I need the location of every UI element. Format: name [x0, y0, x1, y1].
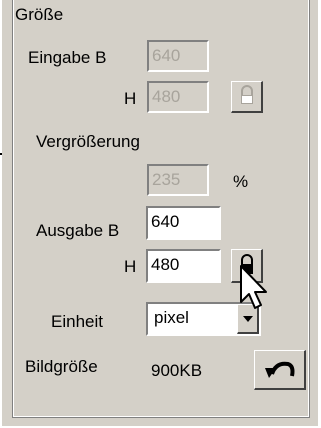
magnification-value: 235 — [152, 170, 181, 189]
unit-selected-value: pixel — [154, 308, 189, 327]
input-width-value: 640 — [152, 46, 181, 65]
output-width-field[interactable]: 640 — [146, 206, 221, 240]
image-size-label: Bildgröße — [25, 357, 98, 376]
mouse-pointer-icon — [240, 265, 267, 309]
settings-panel: Größe Eingabe B 640 H 480 Vergrößerung 2… — [2, 0, 318, 426]
input-width-field: 640 — [147, 40, 209, 72]
image-size-value: 900KB — [151, 361, 203, 380]
lock-icon — [241, 85, 253, 104]
input-height-field: 480 — [147, 81, 209, 113]
group-title: Größe — [15, 5, 64, 24]
input-width-label: Eingabe B — [28, 48, 107, 67]
output-height-label: H — [124, 257, 137, 276]
magnification-field: 235 — [147, 164, 209, 196]
output-height-field[interactable]: 480 — [146, 249, 221, 283]
unit-label: Einheit — [51, 312, 103, 331]
input-height-label: H — [124, 89, 137, 108]
output-width-label: Ausgabe B — [36, 221, 120, 240]
size-group: Größe Eingabe B 640 H 480 Vergrößerung 2… — [12, 0, 310, 418]
magnification-label: Vergrößerung — [36, 132, 140, 151]
undo-button[interactable] — [254, 350, 306, 390]
magnification-unit: % — [233, 172, 249, 191]
output-width-value: 640 — [151, 212, 180, 231]
output-height-value: 480 — [151, 255, 180, 274]
input-lock-button — [231, 81, 263, 113]
undo-arrow-icon — [265, 361, 295, 378]
input-height-value: 480 — [152, 87, 181, 106]
